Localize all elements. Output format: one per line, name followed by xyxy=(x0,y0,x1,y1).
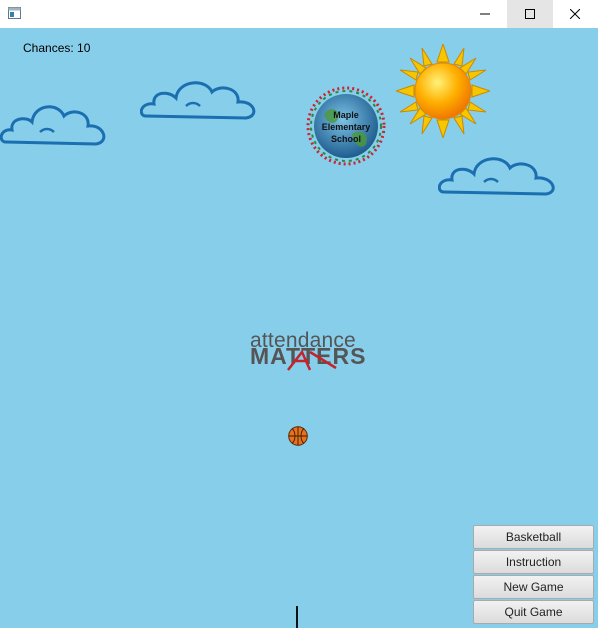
close-icon xyxy=(570,9,580,19)
svg-text:School: School xyxy=(331,134,361,144)
minimize-icon xyxy=(480,13,490,15)
app-window-icon xyxy=(8,7,21,19)
game-menu: Basketball Instruction New Game Quit Gam… xyxy=(473,525,594,625)
basketball-button[interactable]: Basketball xyxy=(473,525,594,549)
svg-text:Elementary: Elementary xyxy=(322,122,371,132)
maximize-icon xyxy=(525,9,535,19)
chances-counter: Chances: 10 xyxy=(23,41,91,55)
game-canvas[interactable]: Chances: 10 Maple Elementary School atte… xyxy=(0,28,598,628)
maximize-button[interactable] xyxy=(507,0,553,28)
launcher-paddle[interactable] xyxy=(296,606,298,628)
attendance-matters-logo: attendance MATTERS xyxy=(250,330,365,371)
new-game-button[interactable]: New Game xyxy=(473,575,594,599)
sun-icon xyxy=(396,44,490,138)
cloud-icon xyxy=(140,81,256,120)
close-button[interactable] xyxy=(552,0,598,28)
school-logo: Maple Elementary School xyxy=(306,86,386,166)
basketball-icon xyxy=(288,426,308,446)
quit-game-button[interactable]: Quit Game xyxy=(473,600,594,624)
instruction-button[interactable]: Instruction xyxy=(473,550,594,574)
title-bar xyxy=(0,0,598,28)
cloud-icon xyxy=(0,105,106,146)
svg-text:Maple: Maple xyxy=(333,110,359,120)
cloud-icon xyxy=(438,157,555,196)
minimize-button[interactable] xyxy=(462,0,508,28)
